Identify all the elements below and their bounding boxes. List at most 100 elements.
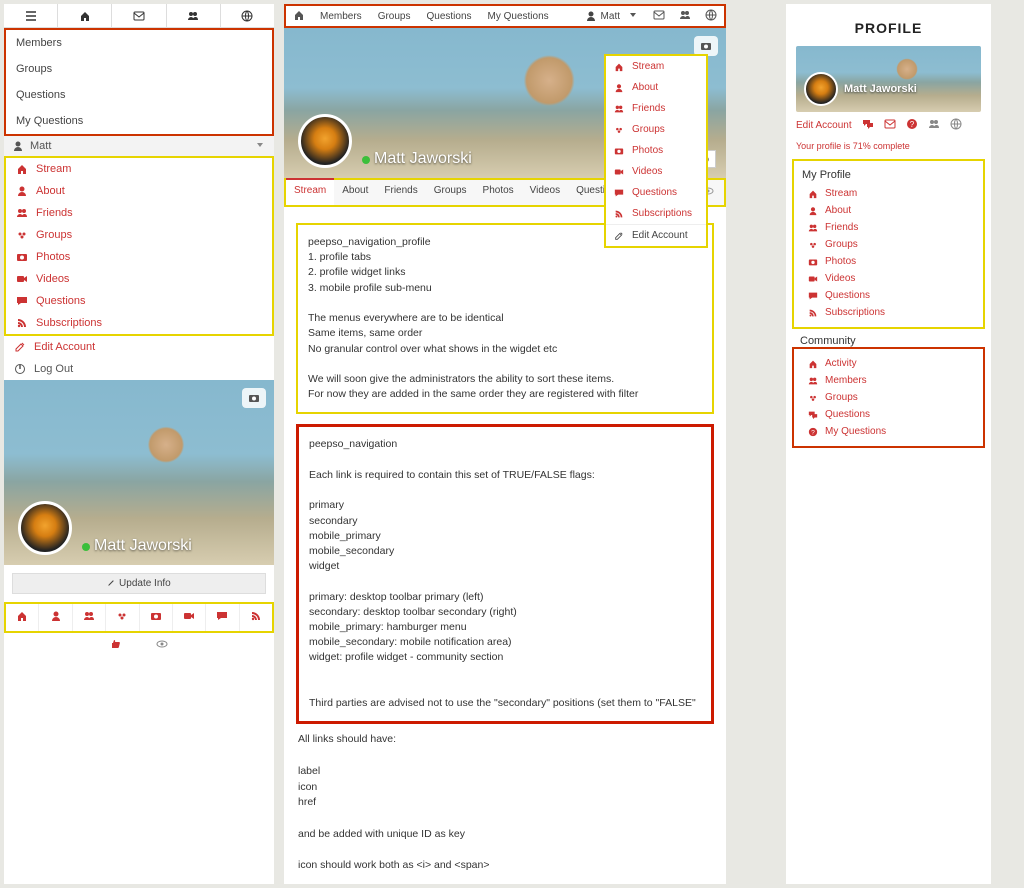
- sm-stream[interactable]: Stream: [606, 56, 706, 77]
- tab-stream[interactable]: Stream: [286, 178, 334, 205]
- nav-questions[interactable]: Questions: [6, 82, 272, 108]
- menu-videos[interactable]: Videos: [6, 268, 272, 290]
- online-indicator: [82, 543, 90, 551]
- nav-members[interactable]: Members: [312, 11, 370, 22]
- help-icon[interactable]: [906, 118, 918, 133]
- globe-icon[interactable]: [221, 4, 274, 27]
- caret-icon[interactable]: [620, 9, 646, 24]
- camera-icon[interactable]: [694, 36, 718, 56]
- home-icon[interactable]: [286, 9, 312, 24]
- menu-about[interactable]: About: [6, 180, 272, 202]
- home-icon[interactable]: [58, 4, 112, 27]
- tab-video-icon[interactable]: [173, 604, 206, 631]
- mail-icon[interactable]: [884, 118, 896, 133]
- avatar[interactable]: [804, 72, 838, 106]
- tab-camera-icon[interactable]: [140, 604, 173, 631]
- section-title: My Profile: [802, 167, 975, 185]
- sm-photos[interactable]: Photos: [606, 140, 706, 161]
- nav-groups[interactable]: Groups: [6, 56, 272, 82]
- widget-my-profile: My Profile Stream About Friends Groups P…: [792, 159, 985, 329]
- like-icon[interactable]: [110, 641, 122, 653]
- toolbar-user[interactable]: Matt: [585, 10, 620, 22]
- tab-chat-icon[interactable]: [206, 604, 239, 631]
- chats-icon[interactable]: [862, 118, 874, 133]
- note-profile-nav: peepso_navigation_profile 1. profile tab…: [296, 223, 714, 414]
- sec-members[interactable]: Members: [802, 372, 975, 389]
- nav-groups[interactable]: Groups: [370, 11, 419, 22]
- widget-cover: Matt Jaworski: [796, 46, 981, 112]
- sm-friends[interactable]: Friends: [606, 98, 706, 119]
- user-label: Matt: [30, 140, 51, 152]
- tab-videos[interactable]: Videos: [522, 180, 568, 205]
- sm-questions[interactable]: Questions: [606, 182, 706, 203]
- sec-videos[interactable]: Videos: [802, 270, 975, 287]
- sec-questions[interactable]: Questions: [802, 406, 975, 423]
- nav-my-questions[interactable]: My Questions: [6, 108, 272, 134]
- menu-friends[interactable]: Friends: [6, 202, 272, 224]
- menu-subscriptions[interactable]: Subscriptions: [6, 312, 272, 334]
- sec-friends[interactable]: Friends: [802, 219, 975, 236]
- menu-questions[interactable]: Questions: [6, 290, 272, 312]
- update-info-button[interactable]: Update Info: [12, 573, 266, 594]
- camera-icon[interactable]: [242, 388, 266, 408]
- sec-my-questions[interactable]: My Questions: [802, 423, 975, 440]
- tab-about[interactable]: About: [334, 180, 376, 205]
- avatar[interactable]: [18, 501, 72, 555]
- nav-members[interactable]: Members: [6, 30, 272, 56]
- nav-my-questions[interactable]: My Questions: [480, 11, 557, 22]
- display-name: Matt Jaworski: [844, 83, 917, 95]
- display-name: Matt Jaworski: [374, 150, 472, 167]
- tab-friends[interactable]: Friends: [376, 180, 425, 205]
- hamburger-icon[interactable]: [4, 4, 58, 27]
- profile-dropdown-submenu: Stream About Friends Groups Photos Video…: [604, 54, 708, 248]
- user-dropdown[interactable]: Matt: [4, 136, 274, 156]
- sec-questions[interactable]: Questions: [802, 287, 975, 304]
- mobile-profile-submenu: Stream About Friends Groups Photos Video…: [4, 156, 274, 336]
- online-indicator: [362, 156, 370, 164]
- sec-groups[interactable]: Groups: [802, 236, 975, 253]
- sec-about[interactable]: About: [802, 202, 975, 219]
- tab-photos[interactable]: Photos: [475, 180, 522, 205]
- friends-icon[interactable]: [928, 118, 940, 133]
- tab-friends-icon[interactable]: [73, 604, 106, 631]
- edit-account-link[interactable]: Edit Account: [796, 120, 852, 131]
- friends-icon[interactable]: [672, 9, 698, 24]
- mobile-topbar: [4, 4, 274, 28]
- nav-questions[interactable]: Questions: [418, 11, 479, 22]
- sm-edit-account[interactable]: Edit Account: [606, 225, 706, 246]
- menu-logout[interactable]: Log Out: [4, 358, 274, 380]
- menu-edit-account[interactable]: Edit Account: [4, 336, 274, 358]
- sm-about[interactable]: About: [606, 77, 706, 98]
- sec-stream[interactable]: Stream: [802, 185, 975, 202]
- widget-community: Activity Members Groups Questions My Que…: [792, 347, 985, 448]
- mail-icon[interactable]: [646, 9, 672, 24]
- tab-user-icon[interactable]: [39, 604, 72, 631]
- widget-title: PROFILE: [786, 4, 991, 46]
- sm-subscriptions[interactable]: Subscriptions: [606, 203, 706, 224]
- section-title-community: Community: [786, 329, 991, 347]
- tab-home-icon[interactable]: [6, 604, 39, 631]
- sec-groups[interactable]: Groups: [802, 389, 975, 406]
- sm-videos[interactable]: Videos: [606, 161, 706, 182]
- sec-subscriptions[interactable]: Subscriptions: [802, 304, 975, 321]
- sec-activity[interactable]: Activity: [802, 355, 975, 372]
- menu-photos[interactable]: Photos: [6, 246, 272, 268]
- tab-groups[interactable]: Groups: [426, 180, 475, 205]
- friends-icon[interactable]: [167, 4, 221, 27]
- tab-rss-icon[interactable]: [240, 604, 272, 631]
- mobile-primary-nav: Members Groups Questions My Questions: [4, 28, 274, 136]
- sec-photos[interactable]: Photos: [802, 253, 975, 270]
- menu-groups[interactable]: Groups: [6, 224, 272, 246]
- globe-icon[interactable]: [698, 9, 724, 24]
- eye-icon[interactable]: [156, 638, 168, 653]
- mail-icon[interactable]: [112, 4, 166, 27]
- profile-progress: Your profile is 71% complete: [786, 139, 991, 159]
- profile-cover: Matt Jaworski: [4, 380, 274, 565]
- globe-icon[interactable]: [950, 118, 962, 133]
- avatar[interactable]: [298, 114, 352, 168]
- sm-groups[interactable]: Groups: [606, 119, 706, 140]
- note-navigation-flags: peepso_navigation Each link is required …: [296, 424, 714, 724]
- display-name: Matt Jaworski: [94, 537, 192, 554]
- menu-stream[interactable]: Stream: [6, 158, 272, 180]
- tab-groups-icon[interactable]: [106, 604, 139, 631]
